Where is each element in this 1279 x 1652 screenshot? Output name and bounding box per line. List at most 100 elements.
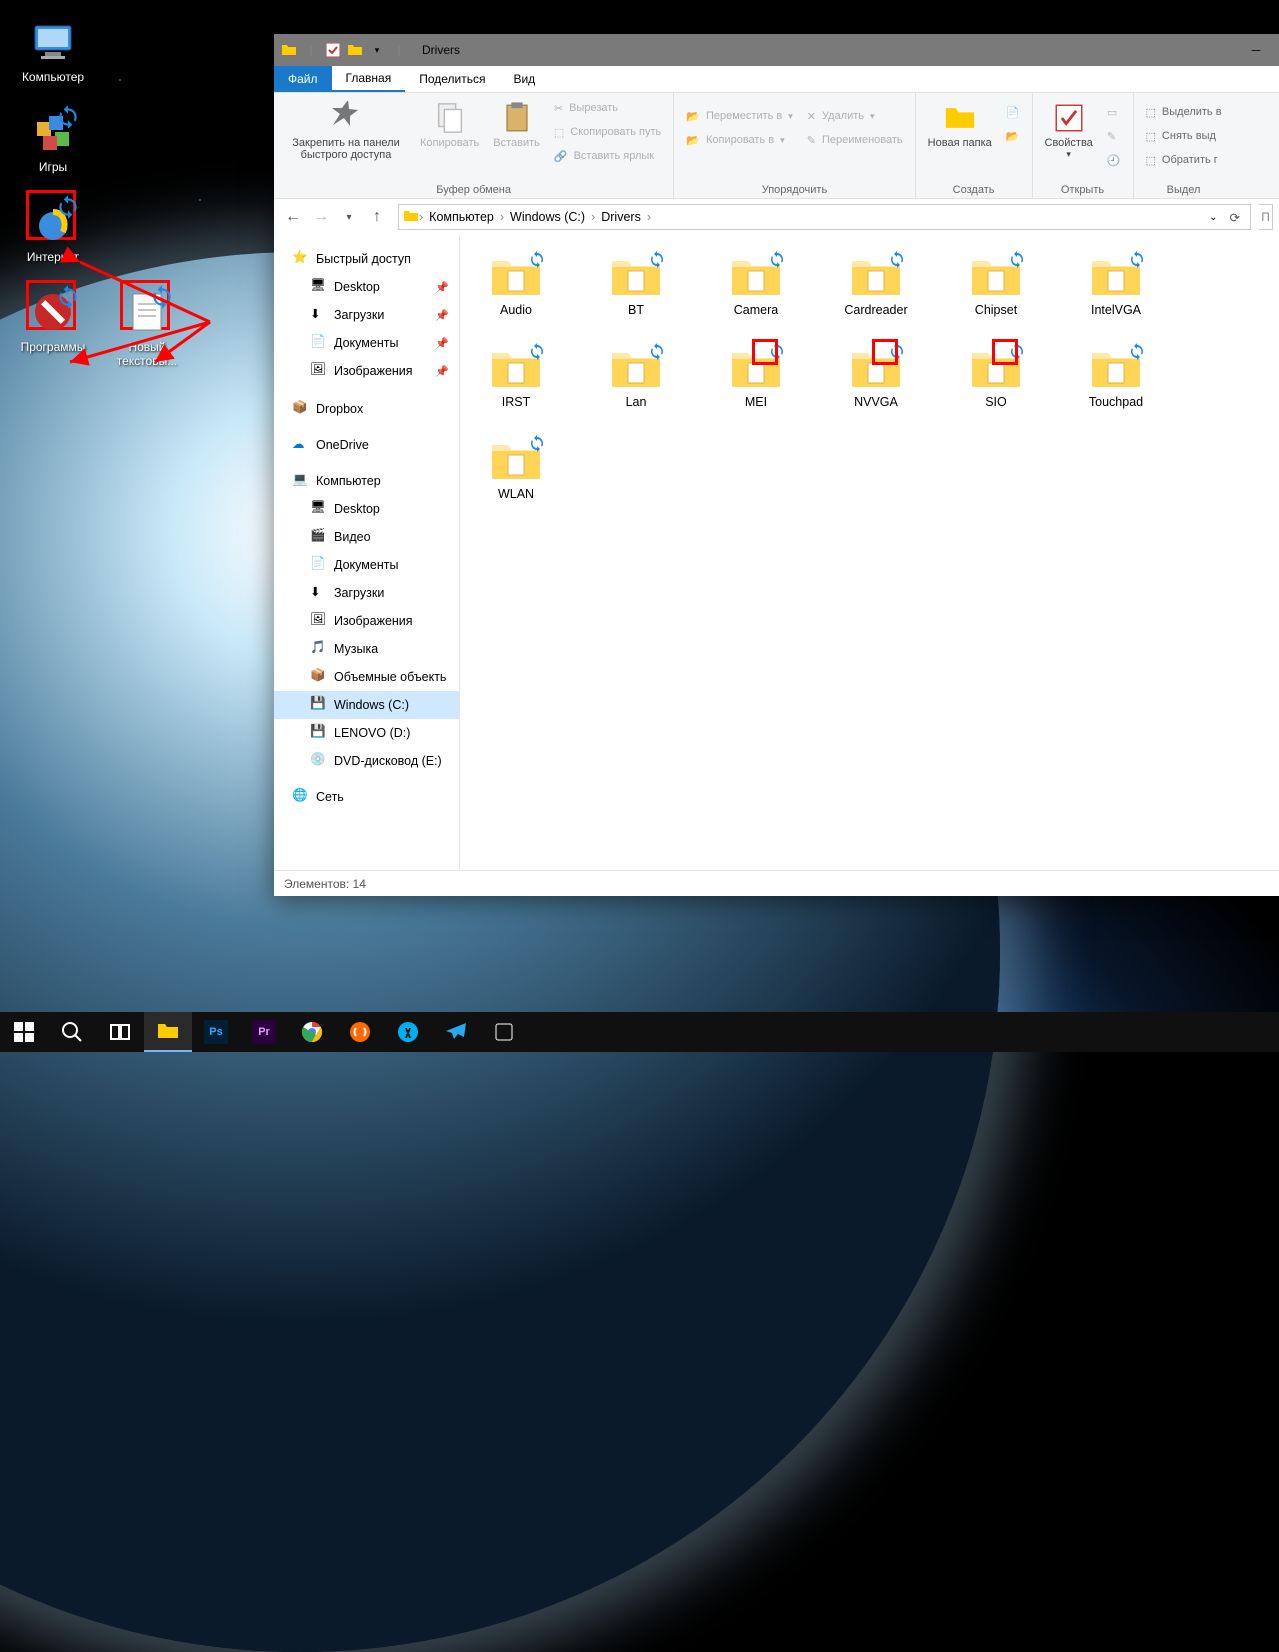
tab-home[interactable]: Главная <box>332 66 406 92</box>
titlebar[interactable]: | ▾ | Drivers ─ <box>274 34 1279 66</box>
desktop-icon-programs[interactable]: Программы <box>8 288 98 368</box>
status-text: Элементов: 14 <box>284 877 366 891</box>
tree-documents[interactable]: 📄Документы📌 <box>274 329 459 357</box>
tree-c-desktop[interactable]: 🖥Desktop <box>274 495 459 523</box>
edit-button[interactable]: ✎ <box>1103 125 1125 147</box>
dropbox-icon: 📦 <box>292 400 310 418</box>
folder-item[interactable]: Touchpad <box>1078 345 1154 409</box>
history-button[interactable]: 🕘 <box>1103 149 1125 171</box>
tree-c-dvd[interactable]: 💿DVD-дисковод (E:) <box>274 747 459 775</box>
properties-icon[interactable] <box>324 39 342 61</box>
minimize-button[interactable]: ─ <box>1233 34 1279 66</box>
folder-item[interactable]: Cardreader <box>838 253 914 317</box>
folder-item[interactable]: Chipset <box>958 253 1034 317</box>
desktop-icon-internet[interactable]: Интернет <box>8 198 98 264</box>
rename-icon: ✎ <box>807 134 816 147</box>
search-button[interactable] <box>48 1012 96 1052</box>
tree-dropbox[interactable]: 📦Dropbox <box>274 395 459 423</box>
paste-button[interactable]: Вставить <box>489 97 544 173</box>
dvd-icon: 💿 <box>310 752 328 770</box>
taskbar-app[interactable] <box>288 1012 336 1052</box>
start-button[interactable] <box>0 1012 48 1052</box>
properties-button[interactable]: Свойства▾ <box>1041 97 1097 173</box>
copy-button[interactable]: Копировать <box>416 97 483 173</box>
folder-content[interactable]: Audio BT Camera <box>460 235 1279 870</box>
cut-button[interactable]: ✂Вырезать <box>550 97 665 119</box>
pin-quick-access-button[interactable]: Закрепить на панели быстрого доступа <box>282 97 410 173</box>
nav-back-button[interactable]: ← <box>280 204 306 230</box>
tree-c-videos[interactable]: 🎬Видео <box>274 523 459 551</box>
taskbar-app[interactable]: Ps <box>192 1012 240 1052</box>
search-box[interactable]: П <box>1259 204 1273 230</box>
nav-bar: ← → ▾ ↑ › Компьютер › Windows (C:) › Dri… <box>274 199 1279 235</box>
tree-onedrive[interactable]: ☁OneDrive <box>274 431 459 459</box>
tree-c-pictures[interactable]: 🖼Изображения <box>274 607 459 635</box>
qat-dropdown-icon[interactable]: ▾ <box>368 39 386 61</box>
tree-desktop[interactable]: 🖥Desktop📌 <box>274 273 459 301</box>
breadcrumb[interactable]: Windows (C:) <box>504 210 591 224</box>
tree-quick-access[interactable]: ⭐Быстрый доступ <box>274 245 459 273</box>
taskbar-explorer[interactable] <box>144 1012 192 1052</box>
paste-shortcut-button[interactable]: 🔗Вставить ярлык <box>550 145 665 167</box>
tab-view[interactable]: Вид <box>499 66 549 92</box>
pictures-icon: 🖼 <box>310 362 328 380</box>
nav-forward-button[interactable]: → <box>308 204 334 230</box>
address-bar[interactable]: › Компьютер › Windows (C:) › Drivers › ⌄… <box>398 204 1251 230</box>
nav-recent-button[interactable]: ▾ <box>336 204 362 230</box>
tree-c-documents[interactable]: 📄Документы <box>274 551 459 579</box>
folder-item[interactable]: WLAN <box>478 437 554 501</box>
select-all-button[interactable]: ⬚Выделить в <box>1142 101 1226 123</box>
invert-selection-button[interactable]: ⬚Обратить г <box>1142 149 1226 171</box>
tab-file[interactable]: Файл <box>274 66 332 92</box>
navigation-pane[interactable]: ⭐Быстрый доступ 🖥Desktop📌 ⬇Загрузки📌 📄До… <box>274 235 460 870</box>
folder-item[interactable]: IRST <box>478 345 554 409</box>
select-none-button[interactable]: ⬚Снять выд <box>1142 125 1226 147</box>
folder-item[interactable]: IntelVGA <box>1078 253 1154 317</box>
new-item-button[interactable]: 📄 <box>1002 101 1024 123</box>
move-to-button[interactable]: 📂Переместить в▾ <box>682 105 797 127</box>
taskbar-app[interactable] <box>480 1012 528 1052</box>
breadcrumb[interactable]: Drivers <box>595 210 647 224</box>
copy-path-button[interactable]: ⬚Скопировать путь <box>550 121 665 143</box>
addr-dropdown-icon[interactable]: ⌄ <box>1203 212 1223 223</box>
folder-icon[interactable] <box>346 39 364 61</box>
tree-network[interactable]: 🌐Сеть <box>274 783 459 811</box>
taskbar-app[interactable]: Pr <box>240 1012 288 1052</box>
tree-c-music[interactable]: 🎵Музыка <box>274 635 459 663</box>
drive-icon: 💾 <box>310 724 328 742</box>
tab-share[interactable]: Поделиться <box>405 66 499 92</box>
taskbar-app[interactable] <box>384 1012 432 1052</box>
tree-c-downloads[interactable]: ⬇Загрузки <box>274 579 459 607</box>
taskbar-app[interactable] <box>336 1012 384 1052</box>
open-button[interactable]: ▭ <box>1103 101 1125 123</box>
delete-button[interactable]: ✕Удалить▾ <box>803 105 907 127</box>
taskbar[interactable]: Ps Pr <box>0 1012 1279 1052</box>
folder-item[interactable]: NVVGA <box>838 345 914 409</box>
folder-item[interactable]: SIO <box>958 345 1034 409</box>
folder-item[interactable]: MEI <box>718 345 794 409</box>
tree-downloads[interactable]: ⬇Загрузки📌 <box>274 301 459 329</box>
ribbon: Закрепить на панели быстрого доступа Коп… <box>274 93 1279 199</box>
tree-c-3d[interactable]: 📦Объемные объекть <box>274 663 459 691</box>
desktop-icon-new-text[interactable]: Новый текстовы... <box>102 288 192 368</box>
new-folder-button[interactable]: Новая папка <box>924 97 996 173</box>
nav-up-button[interactable]: ↑ <box>364 204 390 230</box>
tree-computer[interactable]: 💻Компьютер <box>274 467 459 495</box>
rename-button[interactable]: ✎Переименовать <box>803 129 907 151</box>
folder-item[interactable]: Lan <box>598 345 674 409</box>
tree-pictures[interactable]: 🖼Изображения📌 <box>274 357 459 385</box>
taskview-button[interactable] <box>96 1012 144 1052</box>
refresh-button[interactable]: ⟳ <box>1224 210 1246 225</box>
desktop-icon-computer[interactable]: Компьютер <box>8 18 98 84</box>
folder-item[interactable]: Audio <box>478 253 554 317</box>
tree-c-windows[interactable]: 💾Windows (C:) <box>274 691 459 719</box>
tree-c-lenovo[interactable]: 💾LENOVO (D:) <box>274 719 459 747</box>
folder-item[interactable]: Camera <box>718 253 794 317</box>
folder-item[interactable]: BT <box>598 253 674 317</box>
easy-access-button[interactable]: 📂 <box>1002 125 1024 147</box>
folder-label: Chipset <box>975 303 1017 317</box>
copy-to-button[interactable]: 📂Копировать в▾ <box>682 129 797 151</box>
breadcrumb[interactable]: Компьютер <box>423 210 500 224</box>
desktop-icon-games[interactable]: Игры <box>8 108 98 174</box>
taskbar-app[interactable] <box>432 1012 480 1052</box>
